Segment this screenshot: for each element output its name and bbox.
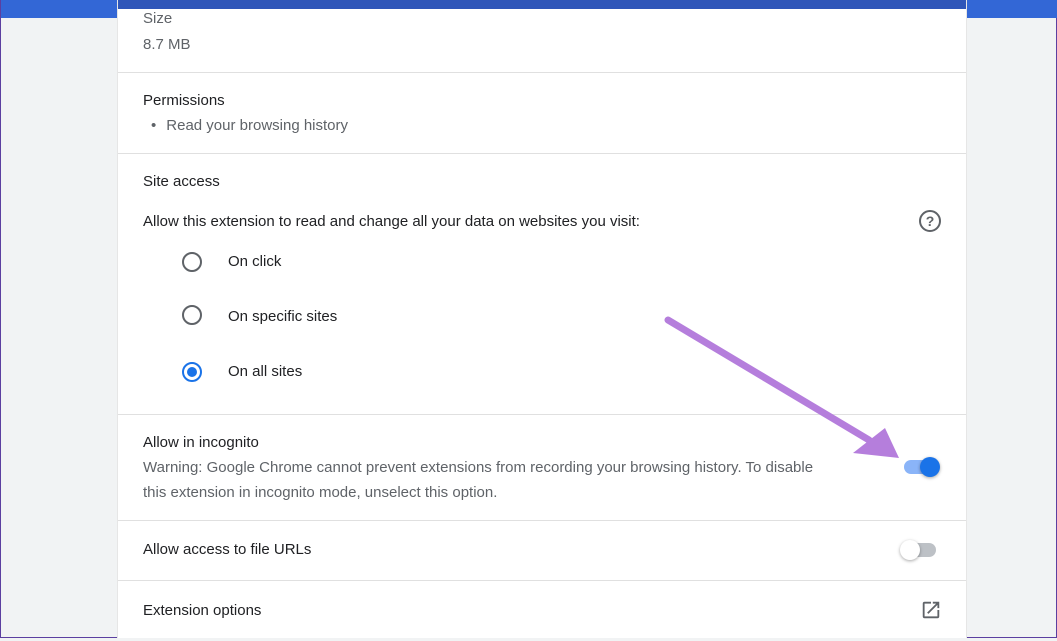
permission-item-text: Read your browsing history [166,117,349,134]
permissions-section: Permissions • Read your browsing history [118,73,966,154]
radio-label-on-click[interactable]: On click [228,253,281,270]
radio-on-all-sites[interactable] [182,362,202,382]
permission-item: • Read your browsing history [151,117,348,134]
extension-options-row[interactable]: Extension options [118,581,966,641]
radio-label-on-specific-sites[interactable]: On specific sites [228,308,337,325]
size-label: Size [143,10,173,27]
site-access-description: Allow this extension to read and change … [143,213,640,230]
radio-label-on-all-sites[interactable]: On all sites [228,363,302,380]
open-in-new-icon[interactable] [920,599,942,621]
permissions-label: Permissions [143,92,225,109]
incognito-toggle[interactable] [902,457,942,477]
file-urls-section: Allow access to file URLs [118,521,966,581]
toggle-knob [900,540,920,560]
incognito-warning-line2: this extension in incognito mode, unsele… [143,484,498,501]
size-section: Size 8.7 MB [118,0,966,73]
toggle-knob [920,457,940,477]
bullet: • [151,117,157,134]
incognito-section: Allow in incognito Warning: Google Chrom… [118,415,966,521]
site-access-section: Site access Allow this extension to read… [118,154,966,415]
extension-options-label[interactable]: Extension options [143,602,261,619]
extension-details-card: Size 8.7 MB Permissions • Read your brows… [117,0,967,638]
size-value: 8.7 MB [143,36,191,53]
radio-on-click[interactable] [182,252,202,272]
incognito-warning-line1: Warning: Google Chrome cannot prevent ex… [143,459,814,476]
file-urls-label: Allow access to file URLs [143,541,312,558]
incognito-label: Allow in incognito [143,434,259,451]
help-circle-icon[interactable]: ? [919,210,941,232]
file-urls-toggle[interactable] [900,540,940,560]
site-access-label: Site access [143,173,220,190]
radio-on-specific-sites[interactable] [182,305,202,325]
